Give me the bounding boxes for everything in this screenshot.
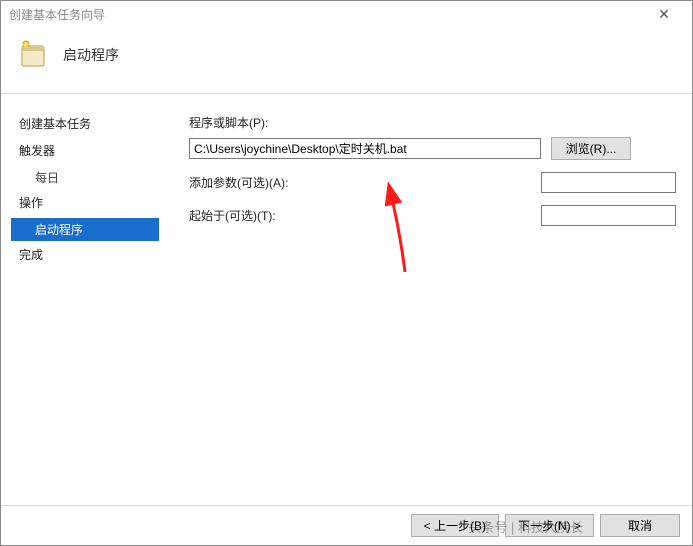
cancel-button[interactable]: 取消 xyxy=(600,514,680,537)
back-button[interactable]: < 上一步(B) xyxy=(411,514,499,537)
step-action-start-program[interactable]: 启动程序 xyxy=(11,218,159,241)
title-bar: 创建基本任务向导 ✕ xyxy=(1,1,692,27)
step-create-basic-task[interactable]: 创建基本任务 xyxy=(11,112,159,135)
program-script-label: 程序或脚本(P): xyxy=(189,114,268,131)
close-icon[interactable]: ✕ xyxy=(644,6,684,23)
add-arguments-input[interactable] xyxy=(541,172,676,193)
wizard-footer: < 上一步(B) 下一步(N) > 取消 xyxy=(1,505,692,537)
wizard-header: 启动程序 xyxy=(1,27,692,94)
step-trigger[interactable]: 触发器 xyxy=(11,139,159,162)
start-in-input[interactable] xyxy=(541,205,676,226)
wizard-icon xyxy=(19,39,51,71)
add-arguments-label: 添加参数(可选)(A): xyxy=(189,174,541,191)
program-script-input[interactable] xyxy=(189,138,541,159)
step-action[interactable]: 操作 xyxy=(11,191,159,214)
header-title: 启动程序 xyxy=(63,45,119,65)
next-button[interactable]: 下一步(N) > xyxy=(505,514,594,537)
browse-button[interactable]: 浏览(R)... xyxy=(551,137,631,160)
start-in-label: 起始于(可选)(T): xyxy=(189,207,541,224)
step-finish[interactable]: 完成 xyxy=(11,243,159,266)
step-trigger-daily[interactable]: 每日 xyxy=(11,166,159,189)
wizard-main: 程序或脚本(P): 浏览(R)... 添加参数(可选)(A): 起始于(可选)(… xyxy=(159,94,692,484)
wizard-sidebar: 创建基本任务 触发器 每日 操作 启动程序 完成 xyxy=(1,94,159,484)
window-title: 创建基本任务向导 xyxy=(9,6,644,23)
